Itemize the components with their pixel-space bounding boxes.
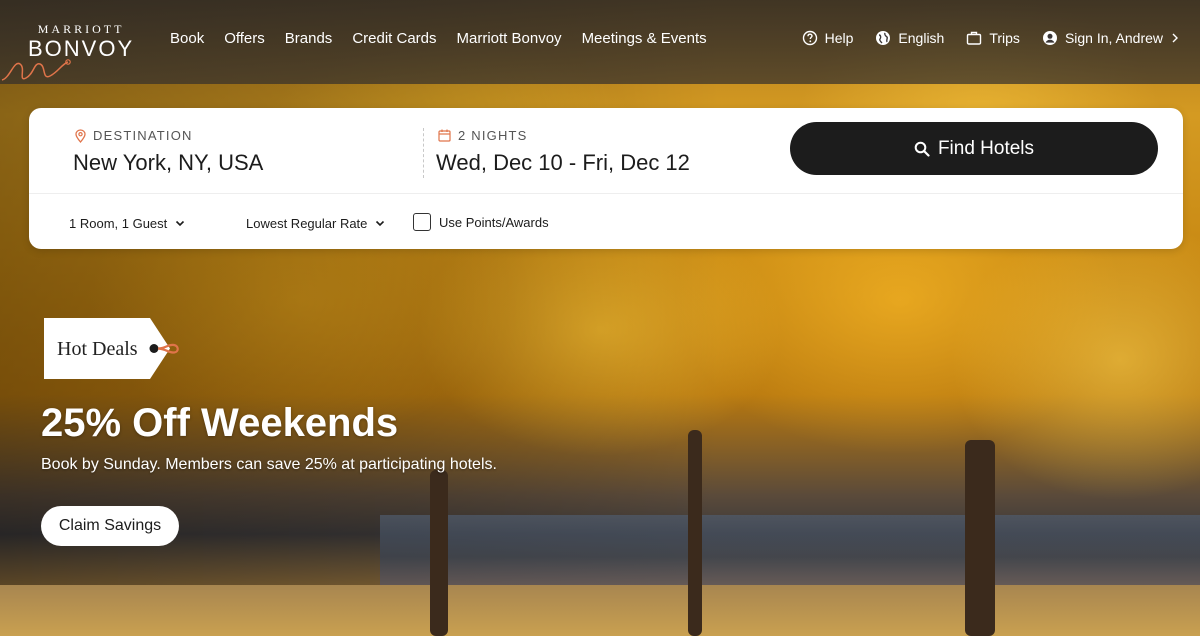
destination-input[interactable]: New York, NY, USA [73, 150, 263, 176]
claim-savings-button[interactable]: Claim Savings [41, 506, 179, 546]
nav-brands[interactable]: Brands [285, 30, 333, 47]
tree-trunk [688, 430, 702, 636]
calendar-icon [438, 129, 451, 142]
nav-book[interactable]: Book [170, 30, 204, 47]
site-header: MARRIOTT BONVOY Book Offers Brands Credi… [0, 0, 1200, 84]
suitcase-icon [967, 31, 982, 45]
dates-input[interactable]: Wed, Dec 10 - Fri, Dec 12 [436, 150, 690, 176]
promo-subtitle: Book by Sunday. Members can save 25% at … [41, 456, 497, 473]
river [380, 515, 1200, 585]
main-nav: Book Offers Brands Credit Cards Marriott… [170, 30, 707, 47]
search-icon [914, 141, 930, 157]
help-label: Help [824, 30, 854, 46]
location-pin-icon [75, 128, 86, 143]
destination-label-row: DESTINATION [75, 128, 193, 143]
chevron-down-icon [176, 220, 185, 227]
trips-label: Trips [989, 30, 1020, 46]
rate-label: Lowest Regular Rate [246, 216, 368, 231]
hot-deals-tag: Hot Deals [44, 318, 179, 379]
find-hotels-button[interactable]: Find Hotels [790, 122, 1158, 175]
chevron-right-icon [1172, 33, 1178, 43]
hot-deals-text: Hot Deals [57, 338, 138, 360]
dates-label-row: 2 NIGHTS [438, 128, 528, 143]
search-row-divider [29, 193, 1183, 194]
nav-offers[interactable]: Offers [224, 30, 265, 47]
globe-icon [876, 31, 891, 45]
tree-trunk [965, 440, 995, 636]
use-points-checkbox[interactable] [413, 213, 431, 231]
user-icon [1042, 31, 1057, 45]
use-points-checkbox-row[interactable]: Use Points/Awards [413, 213, 549, 231]
account-label: Sign In, Andrew [1064, 30, 1163, 46]
chevron-down-icon [376, 220, 385, 227]
rooms-guests-dropdown[interactable]: 1 Room, 1 Guest [69, 216, 185, 231]
help-icon [802, 30, 817, 46]
use-points-label: Use Points/Awards [439, 214, 549, 230]
rooms-guests-label: 1 Room, 1 Guest [69, 216, 168, 231]
rate-dropdown[interactable]: Lowest Regular Rate [246, 216, 385, 231]
language-selector[interactable]: English [875, 30, 944, 46]
search-main-row: DESTINATION New York, NY, USA 2 NIGHTS W… [29, 108, 1183, 193]
field-divider [423, 128, 424, 178]
find-hotels-label: Find Hotels [937, 137, 1035, 159]
nav-meetings-events[interactable]: Meetings & Events [582, 30, 707, 47]
nights-label: 2 NIGHTS [458, 128, 528, 143]
hotel-search-form: DESTINATION New York, NY, USA 2 NIGHTS W… [29, 108, 1183, 249]
nav-marriott-bonvoy[interactable]: Marriott Bonvoy [457, 30, 562, 47]
logo-top-line: MARRIOTT [37, 22, 125, 36]
destination-label: DESTINATION [93, 128, 193, 143]
help-link[interactable]: Help [802, 30, 854, 46]
language-label: English [898, 30, 945, 46]
logo-swoosh-icon [1, 59, 71, 81]
promo-title: 25% Off Weekends [41, 401, 399, 445]
account-link[interactable]: Sign In, Andrew [1042, 30, 1180, 46]
utility-nav: Help English Trips Sign In, Andrew [802, 30, 1180, 46]
walkway [0, 585, 1200, 636]
tree-trunk [430, 470, 448, 636]
nav-credit-cards[interactable]: Credit Cards [352, 30, 436, 47]
trips-link[interactable]: Trips [966, 30, 1020, 46]
